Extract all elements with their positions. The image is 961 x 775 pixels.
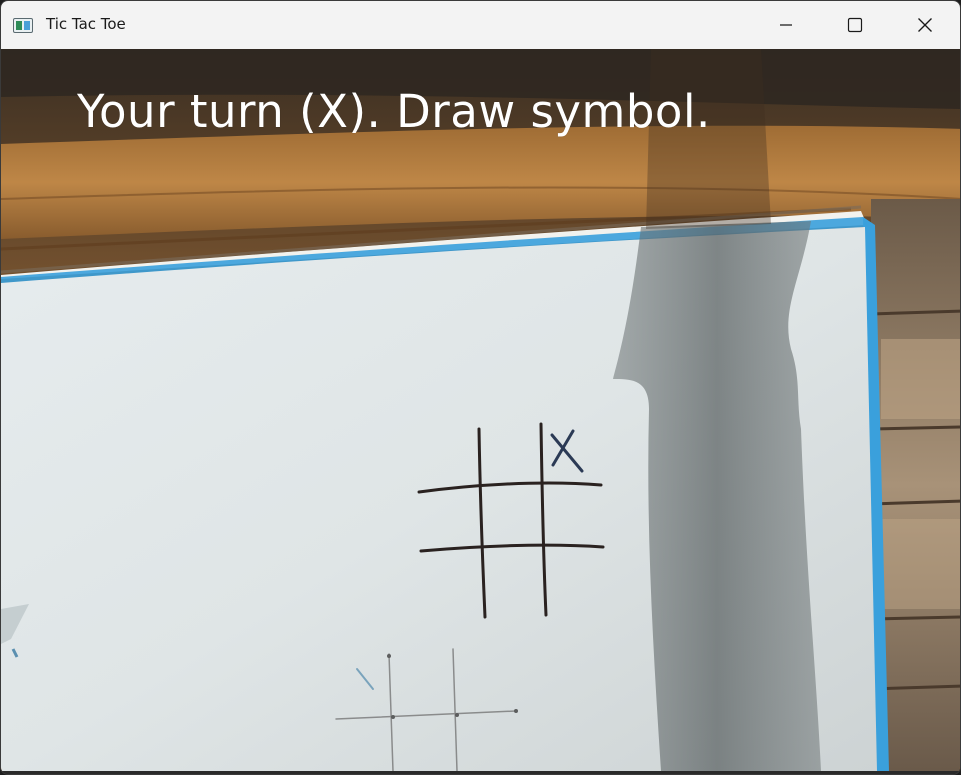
minimize-button[interactable] [754, 1, 818, 49]
status-message: Your turn (X). Draw symbol. [77, 85, 711, 138]
maximize-button[interactable] [823, 1, 887, 49]
close-button[interactable] [893, 1, 957, 49]
app-window: Tic Tac Toe Your turn (X). Draw symbol. [0, 0, 961, 775]
camera-frame [1, 49, 960, 771]
window-title: Tic Tac Toe [46, 15, 126, 33]
close-icon [918, 18, 932, 32]
app-icon [13, 18, 33, 33]
title-bar[interactable]: Tic Tac Toe [1, 1, 960, 49]
maximize-icon [847, 17, 863, 33]
camera-feed[interactable]: Your turn (X). Draw symbol. [1, 49, 960, 771]
minimize-icon [780, 24, 792, 26]
window-bottom-border [1, 771, 960, 774]
